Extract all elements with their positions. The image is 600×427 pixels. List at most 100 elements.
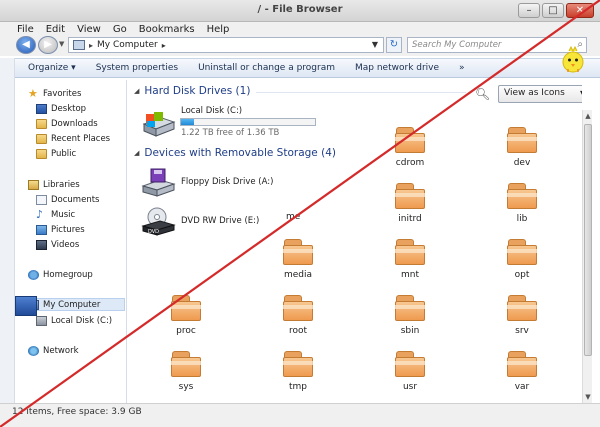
folder-label-lib[interactable]: lib [482,214,562,224]
folder-icon[interactable] [502,124,542,156]
sidebar-item-public[interactable]: Public [36,147,124,160]
navigation-sidebar: ★ Favorites Desktop Downloads Recent Pla… [15,80,127,403]
sidebar-item-videos[interactable]: Videos [36,238,124,251]
address-bar: ◀ ▶ ▼ ▸ My Computer ▸ ▼ ↻ Search My Comp… [0,34,600,56]
folder-icon[interactable] [502,348,542,380]
vertical-scrollbar[interactable]: ▲ ▼ [582,110,592,403]
folder-label-partial[interactable]: me [248,212,300,222]
folder-label-proc[interactable]: proc [146,326,226,336]
folder-icon[interactable] [278,292,318,324]
folder-label-opt[interactable]: opt [482,270,562,280]
sidebar-item-desktop[interactable]: Desktop [36,102,124,115]
menu-file[interactable]: File [17,24,34,35]
folder-icon[interactable] [390,180,430,212]
sidebar-item-label: Desktop [51,103,87,114]
sidebar-item-label: Videos [51,239,80,250]
collapse-arrow-icon[interactable]: ◢ [134,149,139,157]
sidebar-network-label: Network [43,345,79,356]
uninstall-program-button[interactable]: Uninstall or change a program [188,63,345,73]
chevron-down-icon[interactable]: ▼ [372,40,378,49]
folder-label-root[interactable]: root [258,326,338,336]
system-properties-button[interactable]: System properties [86,63,188,73]
floppy-drive-name[interactable]: Floppy Disk Drive (A:) [181,177,273,187]
sidebar-item-documents[interactable]: Documents [36,193,124,206]
address-field[interactable]: ▸ My Computer ▸ ▼ [68,37,384,53]
folder-label-mnt[interactable]: mnt [370,270,450,280]
star-icon: ★ [28,86,38,100]
folder-icon[interactable] [390,348,430,380]
chevron-down-icon[interactable]: ▾ [580,88,582,97]
folder-icon[interactable] [278,348,318,380]
refresh-button[interactable]: ↻ [386,37,402,53]
close-button[interactable]: ✕ [566,3,594,18]
network-icon [28,345,39,356]
folder-label-sbin[interactable]: sbin [370,326,450,336]
more-commands-button[interactable]: » [449,63,475,73]
sidebar-homegroup[interactable]: Homegroup [28,268,124,281]
organize-button[interactable]: Organize ▾ [15,63,86,73]
taskbar-app-icon[interactable] [15,296,37,316]
folder-icon[interactable] [390,124,430,156]
sidebar-item-pictures[interactable]: Pictures [36,223,124,236]
menu-view[interactable]: View [77,24,101,35]
scrollbar-thumb[interactable] [584,124,592,356]
sidebar-item-recent-places[interactable]: Recent Places [36,132,124,145]
folder-icon[interactable] [166,292,206,324]
sidebar-libraries[interactable]: Libraries [28,178,124,191]
folder-label-var[interactable]: var [482,382,562,392]
folder-icon[interactable] [278,236,318,268]
minimize-button[interactable]: – [518,3,540,18]
dvd-drive-icon[interactable]: DVD [140,206,176,236]
removable-storage-header[interactable]: ◢ Devices with Removable Storage (4) [134,147,336,159]
sidebar-item-label: Local Disk (C:) [51,315,113,326]
scroll-down-icon[interactable]: ▼ [583,392,593,402]
folder-label-usr[interactable]: usr [370,382,450,392]
hard-disk-drives-header[interactable]: ◢ Hard Disk Drives (1) [134,85,250,97]
sidebar-network[interactable]: Network [28,344,124,357]
folder-icon[interactable] [166,348,206,380]
local-disk-free-space: 1.22 TB free of 1.36 TB [181,128,280,138]
homegroup-icon [28,269,39,280]
view-mode-select[interactable]: View as Icons ▾ [498,85,582,103]
folder-icon[interactable] [502,292,542,324]
hard-disk-icon[interactable] [140,110,176,140]
sidebar-favorites[interactable]: ★ Favorites [28,87,124,100]
menu-go[interactable]: Go [113,24,127,35]
sidebar-item-label: Pictures [51,224,85,235]
local-disk-name[interactable]: Local Disk (C:) [181,106,242,116]
sidebar-item-label: Downloads [51,118,98,129]
folder-label-dev[interactable]: dev [482,158,562,168]
folder-icon[interactable] [502,236,542,268]
folder-label-srv[interactable]: srv [482,326,562,336]
sidebar-item-local-disk[interactable]: Local Disk (C:) [36,314,124,327]
forward-button[interactable]: ▶ [38,36,58,54]
folder-icon[interactable] [502,180,542,212]
folder-label-sys[interactable]: sys [146,382,226,392]
svg-text:DVD: DVD [148,229,159,235]
map-network-drive-button[interactable]: Map network drive [345,63,449,73]
downloads-folder-icon [36,118,47,129]
address-path[interactable]: My Computer [97,40,158,50]
scroll-up-icon[interactable]: ▲ [583,111,593,121]
folder-label-cdrom[interactable]: cdrom [370,158,450,168]
zoom-icon[interactable]: 🔍︎ [475,87,490,101]
folder-icon[interactable] [390,292,430,324]
menu-edit[interactable]: Edit [46,24,65,35]
maximize-button[interactable]: □ [542,3,564,18]
history-dropdown-icon[interactable]: ▼ [59,40,64,48]
folder-label-initrd[interactable]: initrd [370,214,450,224]
chevron-right-icon[interactable]: ▸ [89,41,93,50]
folder-icon[interactable] [390,236,430,268]
collapse-arrow-icon[interactable]: ◢ [134,87,139,95]
menu-help[interactable]: Help [207,24,230,35]
floppy-drive-icon[interactable] [140,168,176,198]
sidebar-item-downloads[interactable]: Downloads [36,117,124,130]
folder-label-media[interactable]: media [258,270,338,280]
disk-usage-bar [180,118,316,126]
folder-label-tmp[interactable]: tmp [258,382,338,392]
back-button[interactable]: ◀ [16,36,36,54]
status-bar: 12 items, Free space: 3.9 GB [0,403,600,427]
chevron-right-icon[interactable]: ▸ [162,41,166,50]
sidebar-item-music[interactable]: ♪ Music [36,208,124,221]
menu-bookmarks[interactable]: Bookmarks [139,24,195,35]
